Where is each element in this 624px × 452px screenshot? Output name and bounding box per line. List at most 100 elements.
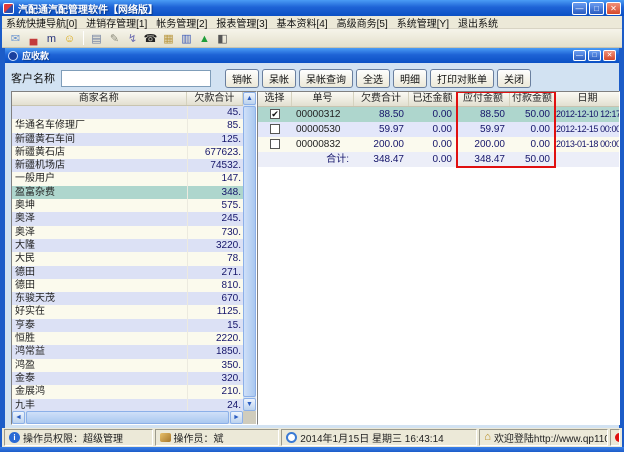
bills-header-3[interactable]: 已还金额 [409, 92, 457, 106]
merchant-row[interactable]: 大民78. [12, 252, 245, 265]
bills-header-6[interactable]: 日期 [555, 92, 620, 106]
dialog-restore-button[interactable]: □ [588, 50, 601, 61]
menu-item-0[interactable]: 系统快捷导航[0] [6, 15, 77, 30]
status-segment-3: ⌂欢迎登陆http://www.qp110.com [479, 429, 608, 446]
print-statement-button[interactable]: 打印对账单 [430, 69, 494, 88]
close-dialog-button[interactable]: 关闭 [497, 69, 531, 88]
bills-header-2[interactable]: 欠费合计 [354, 92, 409, 106]
bill-row[interactable]: ✔0000031288.500.0088.5050.002012-12-10 1… [258, 107, 619, 122]
payable-cell: 59.97 [457, 122, 510, 137]
payment-cell: 50.00 [510, 107, 555, 122]
close-button[interactable]: ✕ [606, 2, 621, 15]
header-debt-total[interactable]: 欠款合计 [187, 92, 244, 105]
scroll-down-arrow[interactable]: ▼ [243, 398, 256, 411]
bill-row[interactable]: 00000832200.000.00200.000.002013-01-18 0… [258, 137, 619, 152]
merchant-row[interactable]: 亨泰15. [12, 319, 245, 332]
menu-item-3[interactable]: 报表管理[3] [216, 15, 267, 30]
merchant-row[interactable]: 盈富杂费348. [12, 186, 245, 199]
merchant-row[interactable]: 东骏天茂670. [12, 292, 245, 305]
debt-total-cell: 147. [188, 172, 245, 185]
bills-header-4[interactable]: 应付金额 [457, 92, 510, 106]
menu-item-7[interactable]: 退出系统 [458, 15, 498, 30]
row-checkbox[interactable] [270, 139, 280, 149]
horizontal-scrollbar[interactable]: ◄ ► [12, 411, 243, 424]
vertical-scrollbar[interactable]: ▲ ▼ [243, 92, 256, 411]
merchant-name-cell: 奥泽 [12, 212, 188, 225]
repaid-cell: 0.00 [409, 122, 457, 137]
minimize-button[interactable]: — [572, 2, 587, 15]
tool-icon[interactable]: ↯ [124, 30, 141, 46]
summary-cell-1: 合计: [292, 152, 354, 167]
smiley-icon[interactable]: ☺ [61, 30, 78, 46]
merchant-row[interactable]: 新疆黄石车间125. [12, 133, 245, 146]
merchant-name-cell: 大隆 [12, 239, 188, 252]
merchant-row[interactable]: 奥坤575. [12, 199, 245, 212]
summary-cell-4: 348.47 [457, 152, 510, 167]
merchant-row[interactable]: 鸿盈350. [12, 359, 245, 372]
book-icon[interactable]: ▄ [25, 30, 42, 46]
calculator-icon[interactable]: ▦ [160, 30, 177, 46]
merchant-row[interactable]: 好实在1125. [12, 305, 245, 318]
scroll-thumb-horizontal[interactable] [26, 411, 229, 424]
dialog-close-button[interactable]: ✕ [603, 50, 616, 61]
status-segment-2: 2014年1月15日 星期三 16:43:14 [281, 429, 477, 446]
abacus-icon[interactable]: ▥ [178, 30, 195, 46]
row-checkbox[interactable]: ✔ [270, 109, 280, 119]
scroll-left-arrow[interactable]: ◄ [12, 411, 25, 424]
merchant-row[interactable]: 德田810. [12, 279, 245, 292]
merchant-row[interactable]: 华通名车修理厂85. [12, 119, 245, 132]
merchant-row[interactable]: 大隆3220. [12, 239, 245, 252]
merchant-rows: 45.华通名车修理厂85.新疆黄石车间125.新疆黄石店677623.新疆机场店… [12, 106, 245, 413]
debt-total-cell: 348. [188, 186, 245, 199]
phone-icon[interactable]: ☎ [142, 30, 159, 46]
menu-item-5[interactable]: 高级商务[5] [337, 15, 388, 30]
merchant-row[interactable]: 九丰24. [12, 399, 245, 412]
menu-item-2[interactable]: 帐务管理[2] [156, 15, 207, 30]
customer-name-input[interactable] [61, 70, 211, 87]
maximize-button[interactable]: □ [589, 2, 604, 15]
merchant-name-cell: 大民 [12, 252, 188, 265]
menu-bar: 系统快捷导航[0] 进销存管理[1] 帐务管理[2] 报表管理[3] 基本资料[4] 高级… [2, 16, 622, 29]
scroll-up-arrow[interactable]: ▲ [243, 92, 256, 105]
edit-icon[interactable]: ✎ [106, 30, 123, 46]
mail-icon[interactable]: ✉ [7, 30, 24, 46]
scroll-right-arrow[interactable]: ► [230, 411, 243, 424]
document-icon[interactable]: ▤ [88, 30, 105, 46]
merchant-name-cell: 新疆机场店 [12, 159, 188, 172]
summary-cell-3: 0.00 [409, 152, 457, 167]
merchant-row[interactable]: 新疆机场店74532. [12, 159, 245, 172]
bills-header-0[interactable]: 选择 [258, 92, 292, 106]
scroll-thumb[interactable] [243, 106, 256, 397]
menu-item-1[interactable]: 进销存管理[1] [86, 15, 147, 30]
merchant-row[interactable]: 一般用户147. [12, 172, 245, 185]
detail-button[interactable]: 明细 [393, 69, 427, 88]
merchant-row[interactable]: 鸿常益1850. [12, 345, 245, 358]
bills-header-1[interactable]: 单号 [292, 92, 354, 106]
upload-icon[interactable]: ▲ [196, 30, 213, 46]
header-merchant-name[interactable]: 商家名称 [12, 92, 187, 105]
row-checkbox[interactable] [270, 124, 280, 134]
merchant-row[interactable]: 奥泽730. [12, 226, 245, 239]
write-off-button[interactable]: 销帐 [225, 69, 259, 88]
merchant-row[interactable]: 金展鸿210. [12, 385, 245, 398]
checkbox-cell [258, 137, 292, 152]
dialog-minimize-button[interactable]: — [573, 50, 586, 61]
merchant-row[interactable]: 德田271. [12, 266, 245, 279]
owed-cell: 88.50 [354, 107, 409, 122]
exit-icon[interactable]: ◧ [214, 30, 231, 46]
bad-debt-query-button[interactable]: 呆帐查询 [299, 69, 353, 88]
bill-row[interactable]: 0000053059.970.0059.970.002012-12-15 00:… [258, 122, 619, 137]
merchant-row[interactable]: 恒胜2220. [12, 332, 245, 345]
merchant-row[interactable]: 金泰320. [12, 372, 245, 385]
select-all-button[interactable]: 全选 [356, 69, 390, 88]
bills-header-5[interactable]: 付款金额 [510, 92, 555, 106]
merchant-row[interactable]: 新疆黄石店677623. [12, 146, 245, 159]
merchant-row[interactable]: 奥泽245. [12, 212, 245, 225]
menu-item-4[interactable]: 基本资料[4] [277, 15, 328, 30]
debt-total-cell: 245. [188, 212, 245, 225]
bank-icon[interactable]: m [43, 30, 60, 46]
bad-debt-button[interactable]: 呆帐 [262, 69, 296, 88]
merchant-row[interactable]: 45. [12, 106, 245, 119]
dialog-title: 应收款 [22, 49, 571, 62]
menu-item-6[interactable]: 系统管理[Y] [397, 15, 449, 30]
